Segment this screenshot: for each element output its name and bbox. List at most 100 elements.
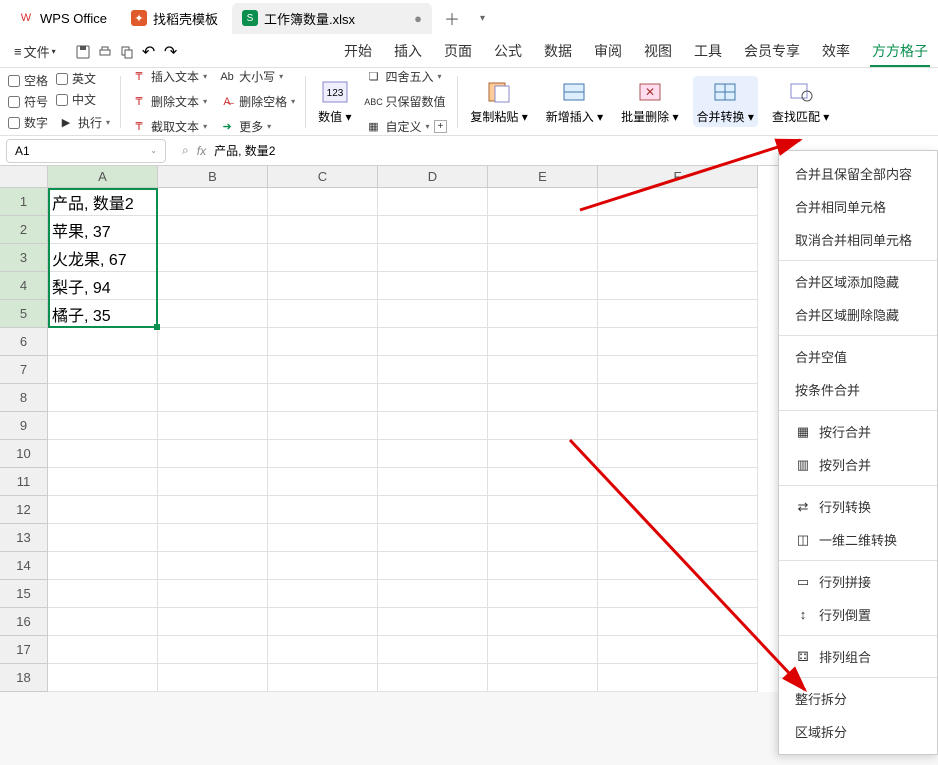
row-header[interactable]: 12: [0, 496, 48, 524]
cell[interactable]: [488, 580, 598, 608]
cell[interactable]: [488, 468, 598, 496]
cell[interactable]: [268, 328, 378, 356]
cell[interactable]: [488, 384, 598, 412]
cell[interactable]: [598, 580, 758, 608]
check-symbol[interactable]: 符号: [8, 93, 48, 110]
cell[interactable]: [598, 524, 758, 552]
cell[interactable]: 橘子, 35: [48, 300, 158, 328]
dd-merge-empty[interactable]: 合并空值: [779, 340, 937, 373]
cell[interactable]: [158, 188, 268, 216]
cell[interactable]: [268, 440, 378, 468]
cell[interactable]: [598, 496, 758, 524]
execute-button[interactable]: ▶执行▾: [56, 112, 112, 133]
cell[interactable]: [488, 608, 598, 636]
cell[interactable]: [158, 412, 268, 440]
cell[interactable]: [488, 356, 598, 384]
cell[interactable]: [48, 440, 158, 468]
undo-icon[interactable]: ↶: [140, 43, 158, 61]
row-header[interactable]: 17: [0, 636, 48, 664]
dd-merge-same[interactable]: 合并相同单元格: [779, 190, 937, 223]
col-header-c[interactable]: C: [268, 166, 378, 188]
add-insert-button[interactable]: 新增插入 ▾: [542, 76, 607, 127]
cell[interactable]: [158, 552, 268, 580]
row-header[interactable]: 9: [0, 412, 48, 440]
cell[interactable]: [378, 468, 488, 496]
cell[interactable]: [268, 356, 378, 384]
cell[interactable]: [598, 328, 758, 356]
cell[interactable]: [268, 468, 378, 496]
cell[interactable]: [158, 300, 268, 328]
dd-1d2d[interactable]: ◫一维二维转换: [779, 523, 937, 556]
plus-icon[interactable]: +: [434, 120, 448, 133]
cell[interactable]: [488, 300, 598, 328]
cell[interactable]: [378, 524, 488, 552]
cell[interactable]: [488, 496, 598, 524]
new-tab-button[interactable]: ＋: [436, 2, 468, 34]
cell[interactable]: [268, 244, 378, 272]
check-number[interactable]: 数字: [8, 114, 48, 131]
col-header-b[interactable]: B: [158, 166, 268, 188]
cell[interactable]: [488, 272, 598, 300]
cell[interactable]: [158, 328, 268, 356]
row-header[interactable]: 14: [0, 552, 48, 580]
row-header[interactable]: 8: [0, 384, 48, 412]
name-box[interactable]: A1 ⌄: [6, 139, 166, 163]
cell[interactable]: [48, 328, 158, 356]
cell[interactable]: 梨子, 94: [48, 272, 158, 300]
number-big-button[interactable]: 123 数值 ▾: [314, 76, 355, 127]
dd-unmerge-same[interactable]: 取消合并相同单元格: [779, 223, 937, 256]
cell[interactable]: [378, 664, 488, 692]
cell[interactable]: [158, 580, 268, 608]
row-header[interactable]: 4: [0, 272, 48, 300]
cell[interactable]: [378, 608, 488, 636]
cell[interactable]: [598, 244, 758, 272]
cell[interactable]: [48, 496, 158, 524]
dd-merge-condition[interactable]: 按条件合并: [779, 373, 937, 406]
row-header[interactable]: 2: [0, 216, 48, 244]
cell[interactable]: [378, 188, 488, 216]
cell[interactable]: [48, 608, 158, 636]
cell[interactable]: [158, 216, 268, 244]
cell[interactable]: [488, 440, 598, 468]
cell[interactable]: [158, 244, 268, 272]
cell[interactable]: [48, 580, 158, 608]
case-button[interactable]: Ab大小写▾: [217, 66, 297, 87]
row-header[interactable]: 11: [0, 468, 48, 496]
cell[interactable]: [488, 328, 598, 356]
cell[interactable]: [378, 216, 488, 244]
round-button[interactable]: ❏四舍五入▾: [364, 66, 450, 87]
tab-formula[interactable]: 公式: [492, 37, 524, 67]
batch-delete-button[interactable]: ✕批量删除 ▾: [617, 76, 682, 127]
col-header-e[interactable]: E: [488, 166, 598, 188]
keep-value-button[interactable]: ABC只保留数值: [364, 91, 450, 112]
tab-page[interactable]: 页面: [442, 37, 474, 67]
app-tab-workbook[interactable]: S 工作簿数量.xlsx ●: [232, 3, 432, 34]
search-icon[interactable]: ⌕: [182, 143, 189, 158]
cell[interactable]: [598, 188, 758, 216]
tab-view[interactable]: 视图: [642, 37, 674, 67]
cell[interactable]: [488, 552, 598, 580]
cell[interactable]: [488, 188, 598, 216]
tab-efficiency[interactable]: 效率: [820, 37, 852, 67]
cell[interactable]: [268, 636, 378, 664]
cell[interactable]: [268, 496, 378, 524]
dd-transpose[interactable]: ⇄行列转换: [779, 490, 937, 523]
cell[interactable]: [158, 608, 268, 636]
tab-review[interactable]: 审阅: [592, 37, 624, 67]
cell[interactable]: [268, 384, 378, 412]
cell[interactable]: [378, 300, 488, 328]
cell[interactable]: [378, 272, 488, 300]
check-space[interactable]: 空格: [8, 72, 48, 89]
tab-insert[interactable]: 插入: [392, 37, 424, 67]
row-header[interactable]: 10: [0, 440, 48, 468]
cell[interactable]: [158, 384, 268, 412]
app-tab-wps[interactable]: W WPS Office: [8, 4, 117, 32]
cell[interactable]: [268, 272, 378, 300]
cell[interactable]: [158, 524, 268, 552]
col-header-a[interactable]: A: [48, 166, 158, 188]
check-english[interactable]: 英文: [56, 70, 112, 87]
cell[interactable]: [378, 636, 488, 664]
dd-merge-keep-all[interactable]: 合并且保留全部内容: [779, 157, 937, 190]
tab-tools[interactable]: 工具: [692, 37, 724, 67]
cell[interactable]: [48, 412, 158, 440]
